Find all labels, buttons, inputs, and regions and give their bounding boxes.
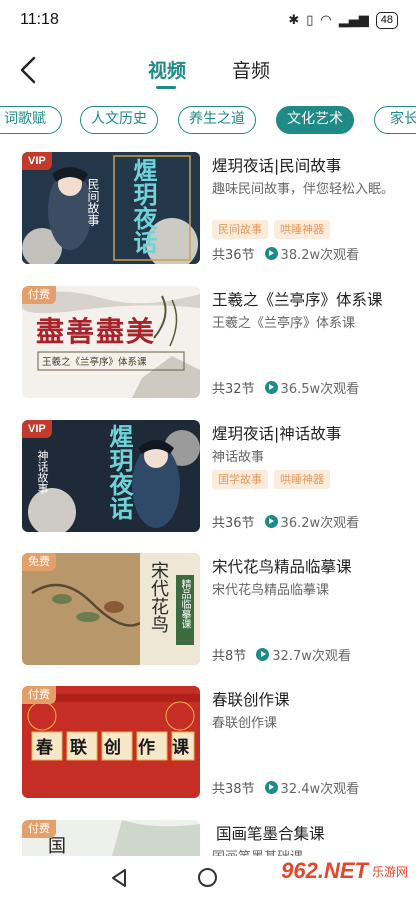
course-meta: 共32节 36.5w次观看 (212, 378, 359, 397)
back-arrow-icon[interactable] (14, 54, 46, 86)
course-thumbnail: 煋玥夜话 民间故事 VIP (22, 152, 200, 264)
thumbnail-subtitle: 神话故事 (36, 450, 49, 494)
signal-icon: ▂▄▆ (338, 12, 369, 28)
course-thumbnail: 春联创作课 付费 (22, 686, 200, 798)
course-meta: 共8节 32.7w次观看 (212, 645, 351, 664)
watermark-text: 乐游网 (371, 864, 408, 879)
course-desc: 趣味民间故事，伴您轻松入眠。 (212, 182, 395, 197)
tab-audio[interactable]: 音频 (232, 56, 270, 83)
course-thumbnail: 宋代花鸟 精品临摹课 免费 (22, 553, 200, 665)
course-desc: 王羲之《兰亭序》体系课 (212, 316, 356, 331)
course-desc: 神话故事 (212, 450, 265, 465)
lesson-count: 共36节 (212, 516, 255, 531)
course-desc: 宋代花鸟精品临摹课 (212, 583, 330, 598)
course-item[interactable]: 煋玥夜话 神话故事 VIP 煋玥夜话|神话故事 神话故事 国学故事 哄睡神器 共… (0, 420, 416, 542)
watermark: 962.NET 乐游网 (281, 858, 408, 884)
category-chip[interactable]: 养生之道 (178, 106, 256, 134)
paid-badge: 付费 (22, 286, 56, 304)
thumbnail-title: 宋代花鸟 (148, 561, 169, 633)
thumbnail-title: 煋玥夜话 (105, 424, 134, 520)
lesson-count: 共8节 (212, 649, 247, 664)
active-tab-indicator (156, 86, 176, 89)
course-desc: 春联创作课 (212, 716, 278, 731)
view-count: 32.4w次观看 (280, 782, 360, 797)
play-icon (264, 381, 278, 394)
category-chip[interactable]: 词歌赋 (0, 106, 62, 134)
status-icons: ✱ ▯ ◠ ▂▄▆ 48 (288, 11, 398, 29)
thumbnail-title: 煋玥夜话 (129, 158, 158, 254)
view-count: 36.2w次观看 (280, 516, 360, 531)
bluetooth-icon: ✱ (288, 12, 300, 28)
vip-badge: VIP (22, 152, 52, 170)
course-tag: 国学故事 (212, 470, 268, 489)
course-tags: 民间故事 哄睡神器 (212, 220, 330, 239)
course-meta: 共36节 36.2w次观看 (212, 512, 359, 531)
course-tag: 哄睡神器 (274, 220, 330, 239)
play-icon (264, 781, 278, 794)
play-icon (264, 515, 278, 528)
course-title: 春联创作课 (212, 691, 290, 709)
course-thumbnail: 盡善盡美 王羲之《兰亭序》体系课 付费 (22, 286, 200, 398)
view-count: 32.7w次观看 (272, 649, 351, 664)
header: 视频 音频 (0, 46, 416, 94)
lesson-count: 共32节 (212, 382, 255, 397)
thumbnail-subtitle: 王羲之《兰亭序》体系课 (42, 357, 147, 368)
course-meta: 共38节 32.4w次观看 (212, 778, 359, 797)
thumbnail-title: 盡善盡美 (36, 315, 157, 348)
tab-video[interactable]: 视频 (148, 56, 186, 83)
wifi-icon: ◠ (320, 12, 332, 28)
category-chip[interactable]: 人文历史 (80, 106, 158, 134)
course-tags: 国学故事 哄睡神器 (212, 470, 330, 489)
system-nav-bar: 962.NET 乐游网 (0, 856, 416, 900)
thumbnail-title: 春联创作课 (36, 738, 200, 758)
vip-badge: VIP (22, 420, 52, 438)
course-tag: 民间故事 (212, 220, 268, 239)
course-title: 煋玥夜话|神话故事 (212, 425, 342, 443)
paid-badge: 付费 (22, 820, 56, 838)
category-chip-active[interactable]: 文化艺术 (276, 106, 354, 134)
course-item[interactable]: 春联创作课 付费 春联创作课 春联创作课 共38节 32.4w次观看 (0, 686, 416, 808)
course-title: 宋代花鸟精品临摹课 (212, 558, 352, 576)
play-icon (264, 247, 278, 260)
vibrate-icon: ▯ (306, 12, 314, 28)
course-item[interactable]: 国 付费 国画笔墨合集课 国画笔墨基础课 (0, 820, 416, 856)
course-tag: 哄睡神器 (274, 470, 330, 489)
nav-home-icon[interactable] (198, 868, 217, 887)
battery-icon: 48 (375, 11, 398, 29)
course-title: 煋玥夜话|民间故事 (212, 157, 342, 175)
thumbnail-subtitle: 精品临摹课 (179, 579, 190, 629)
course-title: 王羲之《兰亭序》体系课 (212, 291, 383, 309)
lesson-count: 共38节 (212, 782, 255, 797)
course-item[interactable]: 宋代花鸟 精品临摹课 免费 宋代花鸟精品临摹课 宋代花鸟精品临摹课 共8节 32… (0, 553, 416, 675)
paid-badge: 付费 (22, 686, 56, 704)
course-thumbnail: 国 付费 (22, 820, 200, 856)
category-chip[interactable]: 家长 (374, 106, 416, 134)
play-icon (256, 648, 270, 661)
free-badge: 免费 (22, 553, 56, 571)
course-desc: 国画笔墨基础课 (212, 848, 398, 856)
watermark-logo: 962.NET (281, 858, 368, 883)
lesson-count: 共36节 (212, 248, 255, 263)
thumbnail-subtitle: 民间故事 (86, 178, 100, 226)
view-count: 36.5w次观看 (280, 382, 360, 397)
status-time: 11:18 (20, 11, 59, 28)
category-bar: 词歌赋 人文历史 养生之道 文化艺术 家长 (0, 106, 416, 136)
status-bar: 11:18 ✱ ▯ ◠ ▂▄▆ 48 (0, 0, 416, 40)
view-count: 38.2w次观看 (280, 248, 360, 263)
course-meta: 共36节 38.2w次观看 (212, 244, 359, 263)
course-item[interactable]: 盡善盡美 王羲之《兰亭序》体系课 付费 王羲之《兰亭序》体系课 王羲之《兰亭序》… (0, 286, 416, 408)
course-thumbnail: 煋玥夜话 神话故事 VIP (22, 420, 200, 532)
course-title: 国画笔墨合集课 (216, 825, 325, 843)
course-item[interactable]: 煋玥夜话 民间故事 VIP 煋玥夜话|民间故事 趣味民间故事，伴您轻松入眠。 民… (0, 152, 416, 274)
nav-back-icon[interactable] (110, 868, 128, 888)
